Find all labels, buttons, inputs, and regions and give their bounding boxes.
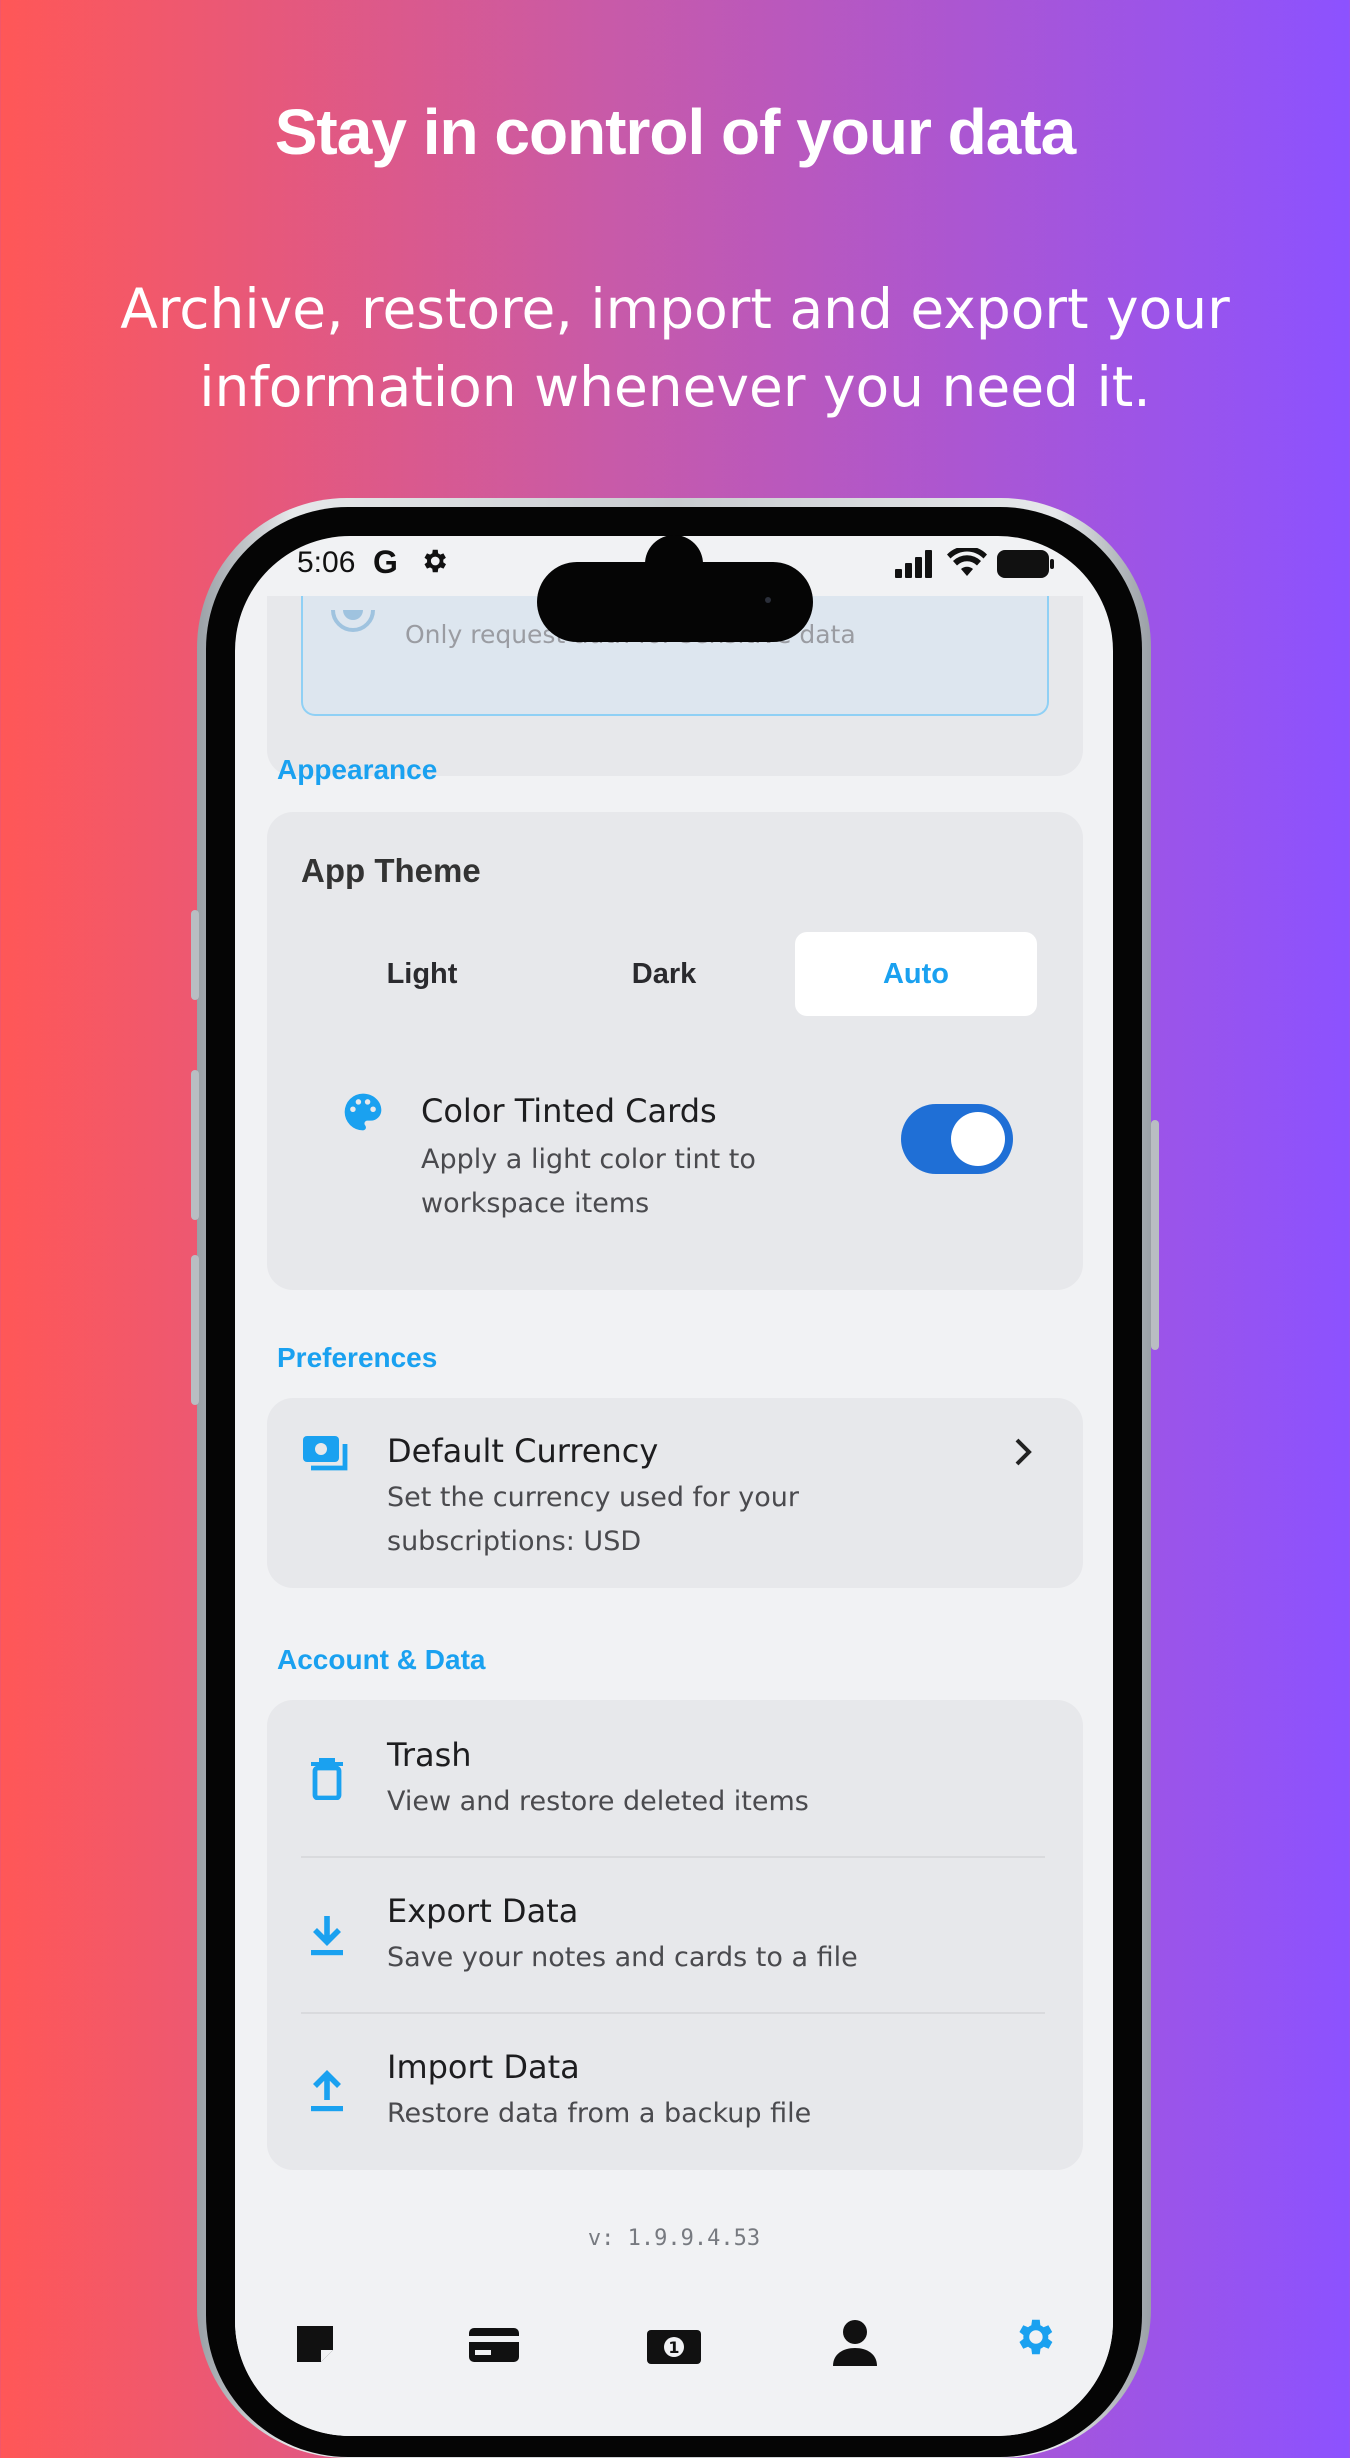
- tinted-cards-title: Color Tinted Cards: [421, 1092, 717, 1130]
- status-time: 5:06: [297, 546, 356, 579]
- profile-icon[interactable]: [833, 2318, 877, 2366]
- subheadline-line-1: Archive, restore, import and export your: [120, 277, 1230, 341]
- download-icon: [311, 1916, 343, 1956]
- section-label-preferences: Preferences: [277, 1342, 438, 1373]
- theme-option-dark[interactable]: Dark: [543, 932, 785, 1016]
- svg-text:1: 1: [668, 2338, 679, 2357]
- front-camera: [765, 597, 771, 603]
- money-icon[interactable]: 1: [645, 2328, 703, 2366]
- app-theme-label: App Theme: [301, 852, 481, 889]
- phone-side-button-power: [1151, 1120, 1159, 1350]
- subheadline: Archive, restore, import and export your…: [100, 270, 1250, 426]
- currency-desc-line-1: Set the currency used for your: [387, 1482, 799, 1513]
- headline: Stay in control of your data: [274, 96, 1077, 168]
- export-title: Export Data: [387, 1892, 579, 1930]
- signal-icon: [895, 550, 932, 578]
- export-desc: Save your notes and cards to a file: [387, 1942, 858, 1973]
- toggle-knob: [951, 1112, 1005, 1166]
- google-notification-icon: G: [373, 544, 398, 580]
- chevron-right-icon: [1015, 1438, 1032, 1466]
- currency-desc-line-2: subscriptions: USD: [387, 1526, 642, 1557]
- phone-screen: 5:06 G Only request auth for sensitive d…: [235, 536, 1113, 2436]
- app-version: v: 1.9.9.4.53: [587, 2226, 761, 2251]
- phone-side-button-action: [191, 910, 199, 1000]
- card-icon[interactable]: [467, 2324, 521, 2366]
- currency-icon: [303, 1436, 348, 1471]
- radio-icon: [331, 609, 375, 632]
- wifi-icon: [947, 548, 987, 576]
- trash-icon: [311, 1758, 343, 1800]
- subheadline-line-2: information whenever you need it.: [199, 355, 1151, 419]
- trash-title: Trash: [387, 1736, 472, 1774]
- export-row[interactable]: [267, 1858, 1083, 2012]
- trash-desc: View and restore deleted items: [387, 1786, 809, 1817]
- settings-icon[interactable]: [1011, 2314, 1057, 2360]
- settings-notification-icon: [424, 549, 446, 573]
- currency-title: Default Currency: [387, 1432, 659, 1470]
- import-desc: Restore data from a backup file: [387, 2098, 812, 2129]
- bottom-nav: [235, 2296, 1113, 2436]
- battery-icon: [997, 550, 1054, 578]
- theme-option-auto[interactable]: Auto: [795, 932, 1037, 1016]
- upload-icon: [311, 2070, 343, 2112]
- phone-side-button-volume-down: [191, 1255, 199, 1405]
- section-label-appearance: Appearance: [277, 754, 438, 785]
- notes-icon[interactable]: [293, 2322, 337, 2366]
- section-label-account-data: Account & Data: [277, 1644, 486, 1675]
- theme-option-light[interactable]: Light: [301, 932, 543, 1016]
- tinted-cards-toggle[interactable]: [901, 1104, 1013, 1174]
- tinted-cards-desc-line-2: workspace items: [421, 1188, 650, 1219]
- trash-row[interactable]: [267, 1700, 1083, 1856]
- palette-icon: [344, 1093, 382, 1131]
- phone-side-button-volume-up: [191, 1070, 199, 1220]
- dynamic-island: [537, 562, 813, 642]
- tinted-cards-desc-line-1: Apply a light color tint to: [421, 1144, 756, 1175]
- import-title: Import Data: [387, 2048, 580, 2086]
